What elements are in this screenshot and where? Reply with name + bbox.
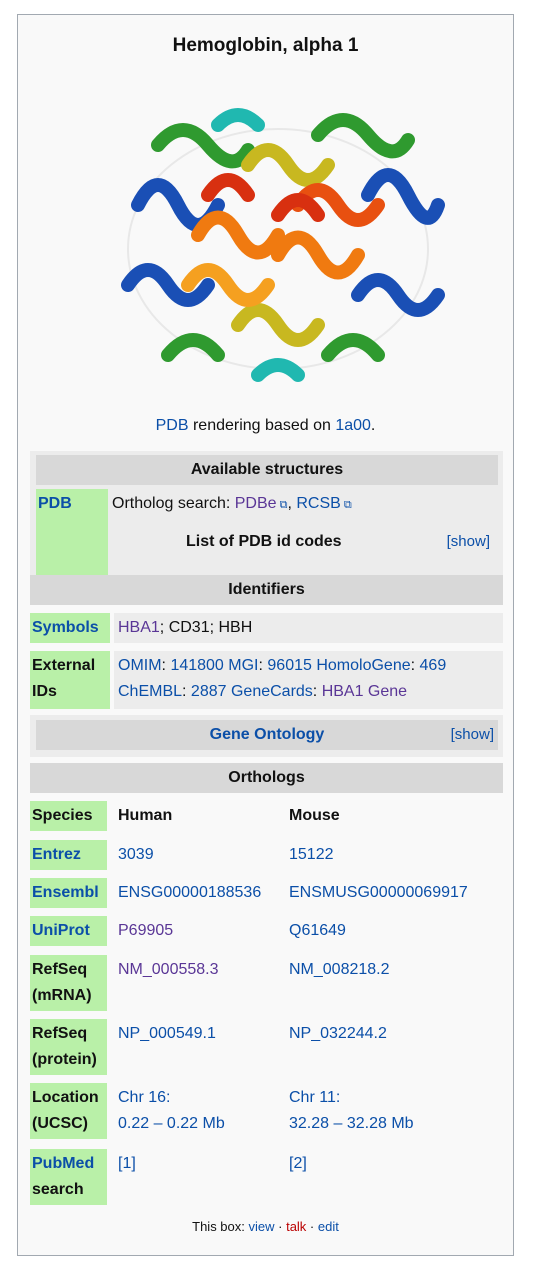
infobox: Hemoglobin, alpha 1 PDB rendering based … (17, 14, 514, 1256)
entrez-label-link[interactable]: Entrez (32, 846, 81, 863)
refseq-mrna-label-line1: RefSeq (32, 961, 88, 978)
pdb-id-link[interactable]: 1a00 (335, 417, 371, 434)
omim-id-link[interactable]: 141800 (170, 657, 223, 674)
caption-text: rendering based on (188, 417, 336, 434)
sep: : (410, 657, 420, 674)
refseq-protein-label: RefSeq (protein) (30, 1019, 107, 1075)
mouse-refseq-protein-link[interactable]: NP_032244.2 (289, 1021, 387, 1047)
homologene-link[interactable]: HomoloGene (316, 657, 410, 674)
orthologs-header: Orthologs (30, 763, 503, 793)
refseq-mrna-label: RefSeq (mRNA) (30, 955, 107, 1011)
homologene-id-link[interactable]: 469 (420, 657, 447, 674)
genecards-gene-link[interactable]: HBA1 Gene (322, 683, 407, 700)
view-link[interactable]: view (249, 1219, 275, 1234)
ortholog-search-label: Ortholog search: (112, 495, 235, 512)
sep: : (182, 683, 191, 700)
ortholog-sep: , (287, 495, 297, 512)
pubmed-label-link[interactable]: PubMed (32, 1155, 94, 1172)
mouse-location-chr[interactable]: Chr 11: (289, 1089, 340, 1106)
mouse-location[interactable]: Chr 11: 32.28 – 32.28 Mb (289, 1085, 414, 1137)
ensembl-label-link[interactable]: Ensembl (32, 884, 99, 901)
pdbe-link[interactable]: PDBe (235, 495, 277, 512)
image-caption: PDB rendering based on 1a00. (18, 417, 513, 435)
pdb-label[interactable]: PDB (36, 489, 108, 577)
symbols-label: Symbols (30, 613, 110, 643)
human-refseq-protein-link[interactable]: NP_000549.1 (118, 1021, 216, 1047)
location-label-line2: (UCSC) (32, 1115, 88, 1132)
human-location-range[interactable]: 0.22 – 0.22 Mb (118, 1115, 225, 1132)
species-label: Species (30, 801, 107, 831)
pdb-link[interactable]: PDB (156, 417, 189, 434)
chembl-id-link[interactable]: 2887 (191, 683, 227, 700)
symbols-label-link[interactable]: Symbols (32, 619, 99, 636)
caption-end: . (370, 417, 376, 434)
footer-dot: · (274, 1219, 287, 1234)
external-ids-value: OMIM: 141800 MGI: 96015 HomoloGene: 469 … (114, 651, 503, 709)
mgi-id-link[interactable]: 96015 (267, 657, 312, 674)
refseq-protein-label-line2: (protein) (32, 1051, 97, 1068)
location-label: Location (UCSC) (30, 1083, 107, 1139)
external-ids-label-line1: External (32, 657, 96, 674)
location-label-line1: Location (32, 1089, 99, 1106)
mouse-location-range[interactable]: 32.28 – 32.28 Mb (289, 1115, 414, 1132)
pdb-list-label: List of PDB id codes (186, 533, 342, 550)
mouse-refseq-mrna-link[interactable]: NM_008218.2 (289, 957, 390, 983)
mouse-entrez-link[interactable]: 15122 (289, 842, 334, 868)
human-location[interactable]: Chr 16: 0.22 – 0.22 Mb (118, 1085, 225, 1137)
infobox-title: Hemoglobin, alpha 1 (172, 35, 359, 56)
human-location-chr[interactable]: Chr 16: (118, 1089, 170, 1106)
external-ids-line1: OMIM: 141800 MGI: 96015 HomoloGene: 469 (118, 653, 503, 679)
external-ids-label-line2: IDs (32, 683, 57, 700)
external-link-icon: ⧉ (340, 499, 352, 511)
mouse-pubmed-link[interactable]: [2] (289, 1151, 307, 1177)
human-refseq-mrna-link[interactable]: NM_000558.3 (118, 957, 219, 983)
genecards-link[interactable]: GeneCards (231, 683, 313, 700)
pdb-label-link[interactable]: PDB (38, 495, 72, 512)
symbol-hba1-link[interactable]: HBA1 (118, 619, 160, 636)
edit-link[interactable]: edit (318, 1219, 339, 1234)
external-link-icon: ⧉ (276, 499, 288, 511)
pubmed-label: PubMed search (30, 1149, 107, 1205)
pdb-list-show-toggle[interactable]: [show] (447, 527, 490, 557)
ensembl-label: Ensembl (30, 878, 107, 908)
uniprot-label: UniProt (30, 916, 107, 946)
talk-link[interactable]: talk (286, 1219, 306, 1234)
external-ids-line2: ChEMBL: 2887 GeneCards: HBA1 Gene (118, 679, 503, 705)
refseq-mrna-label-line2: (mRNA) (32, 987, 92, 1004)
gene-ontology-header: Gene Ontology [show] (36, 720, 498, 750)
omim-link[interactable]: OMIM (118, 657, 162, 674)
entrez-label: Entrez (30, 840, 107, 870)
symbols-rest: ; CD31; HBH (159, 619, 253, 636)
protein-structure-image[interactable] (98, 85, 458, 413)
footer-dot: · (306, 1219, 318, 1234)
pubmed-label-line2: search (32, 1181, 84, 1198)
footer-prefix: This box: (192, 1219, 249, 1234)
chembl-link[interactable]: ChEMBL (118, 683, 182, 700)
structures-header: Available structures (36, 455, 498, 485)
human-header: Human (118, 807, 173, 824)
human-ensembl-link[interactable]: ENSG00000188536 (118, 880, 261, 906)
mgi-link[interactable]: MGI (228, 657, 258, 674)
mouse-ensembl-link[interactable]: ENSMUSG00000069917 (289, 880, 468, 906)
protein-ribbon-icon (121, 108, 445, 382)
identifiers-header: Identifiers (30, 575, 503, 605)
mouse-header: Mouse (289, 807, 340, 824)
gene-ontology-link[interactable]: Gene Ontology (210, 726, 325, 743)
human-pubmed-link[interactable]: [1] (118, 1151, 136, 1177)
human-uniprot-link[interactable]: P69905 (118, 918, 173, 944)
sep: : (312, 683, 322, 700)
rcsb-link[interactable]: RCSB (296, 495, 340, 512)
ortholog-search: Ortholog search: PDBe ⧉, RCSB ⧉ (112, 491, 352, 518)
human-entrez-link[interactable]: 3039 (118, 842, 154, 868)
refseq-protein-label-line1: RefSeq (32, 1025, 88, 1042)
infobox-footer: This box: view · talk · edit (18, 1219, 513, 1234)
gene-ontology-show-toggle[interactable]: [show] (451, 720, 494, 750)
uniprot-label-link[interactable]: UniProt (32, 922, 90, 939)
symbols-value: HBA1; CD31; HBH (114, 613, 503, 643)
external-ids-label: External IDs (30, 651, 110, 709)
mouse-uniprot-link[interactable]: Q61649 (289, 918, 346, 944)
